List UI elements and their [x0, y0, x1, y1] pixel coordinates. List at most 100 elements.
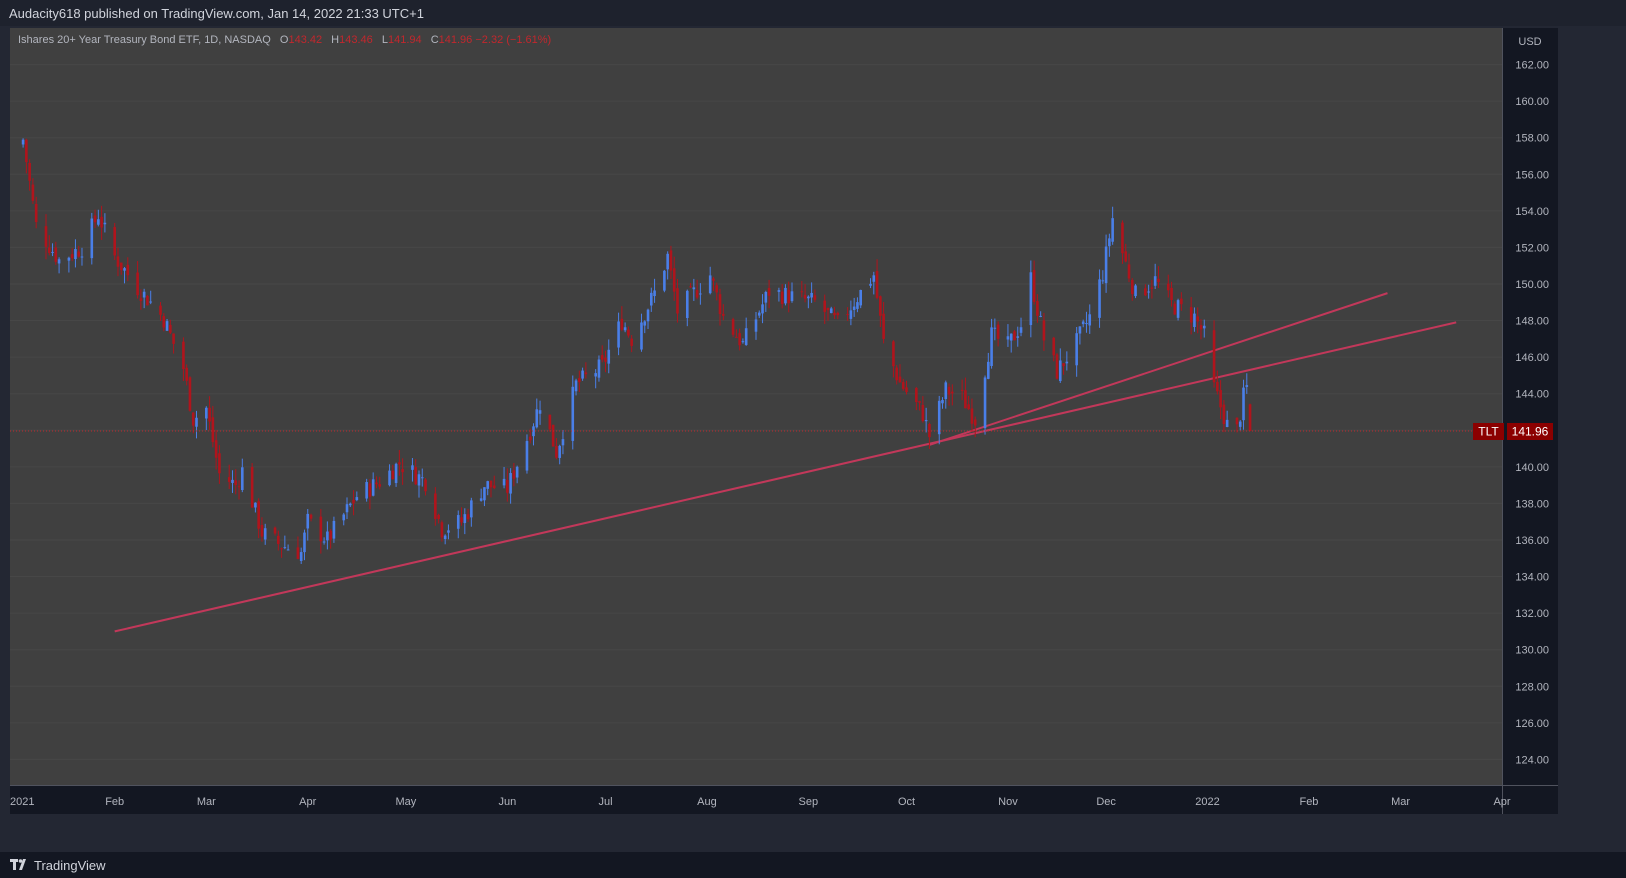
candle-up [708, 275, 712, 294]
candle-down [492, 485, 496, 489]
candle-up [142, 291, 146, 298]
candle-up [617, 321, 620, 348]
candle-down [159, 305, 162, 315]
candle-up [1039, 315, 1042, 317]
candle-down [188, 377, 192, 411]
candle-down [28, 162, 31, 181]
time-tick-label: Mar [197, 796, 216, 808]
time-tick-label: Jun [498, 796, 516, 808]
candle-down [1127, 264, 1131, 279]
candle-up [74, 249, 77, 260]
candle-down [54, 247, 58, 262]
time-tick-label: Dec [1096, 796, 1116, 808]
candle-down [437, 514, 440, 519]
candle-down [319, 516, 323, 542]
candle-up [561, 439, 565, 446]
candle-up [479, 498, 483, 501]
candle-up [924, 420, 928, 422]
candle-down [250, 467, 254, 508]
candle-down [1212, 330, 1216, 383]
candle-down [600, 355, 604, 360]
candle-down [309, 514, 313, 519]
candle-up [777, 290, 781, 292]
candle-up [1078, 326, 1082, 334]
candle-down [47, 247, 51, 253]
candle-up [535, 409, 539, 428]
time-tick-label: Mar [1391, 796, 1410, 808]
candle-down [1130, 279, 1134, 295]
candle-up [1134, 285, 1137, 297]
candle-up [1101, 280, 1105, 282]
candle-up [784, 287, 787, 304]
candle-up [97, 219, 100, 225]
candle-down [401, 469, 404, 473]
publish-header: Audacity618 published on TradingView.com… [0, 0, 1626, 26]
candle-down [823, 300, 827, 312]
candle-down [136, 272, 139, 296]
candle-down [1166, 283, 1170, 291]
candle-down [895, 367, 898, 381]
candle-down [892, 341, 895, 367]
time-tick-label: Apr [299, 796, 316, 808]
candle-up [420, 477, 424, 479]
candle-up [286, 549, 290, 551]
candle-up [371, 479, 375, 496]
ticker-tag: TLT [1478, 425, 1499, 439]
candle-down [826, 307, 830, 311]
candle-down [273, 527, 277, 534]
candle-down [378, 484, 382, 487]
candle-down [738, 333, 741, 346]
candle-down [787, 289, 791, 304]
candle-down [1124, 251, 1128, 262]
candle-down [424, 479, 427, 492]
candle-up [342, 514, 346, 521]
price-chart[interactable]: USD 124.00 126.00 128.00 130.00 132.00 134.00… [10, 28, 1558, 814]
candle-down [352, 499, 355, 504]
candle-up [456, 515, 460, 529]
candle-up [744, 328, 748, 345]
time-axis[interactable] [10, 786, 1558, 814]
high-value: 143.46 [339, 34, 373, 46]
price-tick-label: 124.00 [1515, 754, 1549, 766]
candle-down [548, 414, 552, 430]
open-value: 143.42 [288, 34, 323, 46]
candle-down [718, 294, 722, 315]
candle-up [51, 251, 54, 253]
time-tick-label: Feb [105, 796, 124, 808]
candle-down [280, 548, 283, 550]
candle-up [872, 275, 876, 282]
candle-down [951, 391, 954, 394]
candle-up [283, 547, 287, 549]
candle-up [1075, 333, 1078, 366]
symbol-legend[interactable]: Ishares 20+ Year Treasury Bond ETF, 1D, … [18, 34, 551, 46]
symbol-name: Ishares 20+ Year Treasury Bond ETF, 1D, … [18, 34, 271, 46]
candle-down [630, 338, 633, 346]
time-tick-label: Jul [598, 796, 612, 808]
candle-up [685, 290, 689, 319]
candle-up [1016, 336, 1020, 338]
candle-up [623, 327, 627, 331]
candle-up [463, 514, 467, 524]
tradingview-logo[interactable]: TradingView [10, 856, 106, 874]
price-axis[interactable] [1503, 28, 1558, 814]
low-value: 141.94 [387, 34, 422, 46]
candle-down [162, 316, 166, 328]
publish-info: Audacity618 published on TradingView.com… [9, 6, 424, 21]
candle-down [1062, 363, 1065, 367]
time-tick-label: 2021 [10, 796, 34, 808]
candle-up [149, 301, 152, 303]
candle-up [1108, 238, 1111, 247]
candle-up [699, 293, 702, 295]
candle-up [241, 467, 244, 490]
candle-down [584, 372, 588, 375]
candle-up [849, 310, 853, 319]
candle-down [237, 486, 241, 488]
candle-up [263, 528, 267, 540]
price-tick-label: 126.00 [1515, 718, 1549, 730]
candle-down [257, 501, 260, 529]
candle-up [303, 532, 306, 553]
candle-up [1238, 421, 1242, 427]
candle-up [944, 382, 948, 400]
candle-up [21, 139, 25, 145]
candle-down [139, 298, 143, 301]
